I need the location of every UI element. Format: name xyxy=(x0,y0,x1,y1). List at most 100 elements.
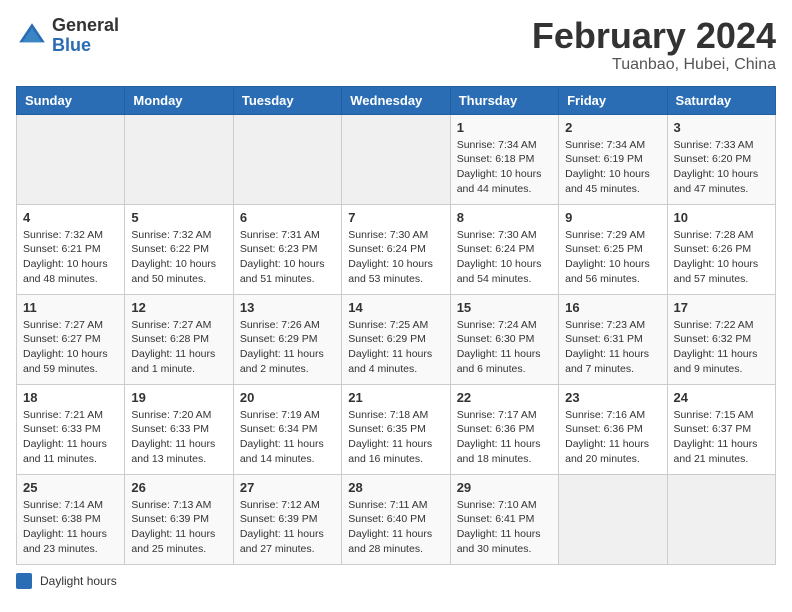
day-number: 11 xyxy=(23,300,118,315)
day-number: 13 xyxy=(240,300,335,315)
header-day-wednesday: Wednesday xyxy=(342,86,450,114)
logo-blue: Blue xyxy=(52,35,91,55)
day-info: Sunrise: 7:29 AM Sunset: 6:25 PM Dayligh… xyxy=(565,228,660,287)
day-number: 2 xyxy=(565,120,660,135)
calendar-cell: 4Sunrise: 7:32 AM Sunset: 6:21 PM Daylig… xyxy=(17,204,125,294)
calendar-cell xyxy=(17,114,125,204)
title-block: February 2024 Tuanbao, Hubei, China xyxy=(532,16,776,74)
day-info: Sunrise: 7:18 AM Sunset: 6:35 PM Dayligh… xyxy=(348,408,443,467)
day-info: Sunrise: 7:31 AM Sunset: 6:23 PM Dayligh… xyxy=(240,228,335,287)
header-row: SundayMondayTuesdayWednesdayThursdayFrid… xyxy=(17,86,776,114)
day-number: 25 xyxy=(23,480,118,495)
day-number: 22 xyxy=(457,390,552,405)
day-number: 17 xyxy=(674,300,769,315)
day-info: Sunrise: 7:14 AM Sunset: 6:38 PM Dayligh… xyxy=(23,498,118,557)
calendar-cell: 5Sunrise: 7:32 AM Sunset: 6:22 PM Daylig… xyxy=(125,204,233,294)
calendar-cell: 8Sunrise: 7:30 AM Sunset: 6:24 PM Daylig… xyxy=(450,204,558,294)
calendar-week-3: 18 Sunrise: 7:21 AM Sunset: 6:33 PM Dayli… xyxy=(17,384,776,474)
calendar-cell xyxy=(559,474,667,564)
calendar-cell: 29 Sunrise: 7:10 AM Sunset: 6:41 PM Dayli… xyxy=(450,474,558,564)
day-number: 29 xyxy=(457,480,552,495)
day-number: 1 xyxy=(457,120,552,135)
day-info: Sunrise: 7:23 AM Sunset: 6:31 PM Dayligh… xyxy=(565,318,660,377)
day-info: Sunrise: 7:17 AM Sunset: 6:36 PM Dayligh… xyxy=(457,408,552,467)
day-info: Sunrise: 7:27 AM Sunset: 6:27 PM Dayligh… xyxy=(23,318,118,377)
day-info: Sunrise: 7:19 AM Sunset: 6:34 PM Dayligh… xyxy=(240,408,335,467)
calendar-cell: 14Sunrise: 7:25 AM Sunset: 6:29 PM Dayli… xyxy=(342,294,450,384)
day-number: 16 xyxy=(565,300,660,315)
day-info: Sunrise: 7:13 AM Sunset: 6:39 PM Dayligh… xyxy=(131,498,226,557)
day-number: 18 xyxy=(23,390,118,405)
day-number: 7 xyxy=(348,210,443,225)
logo-icon xyxy=(16,20,48,52)
day-number: 5 xyxy=(131,210,226,225)
day-number: 19 xyxy=(131,390,226,405)
logo: General Blue xyxy=(16,16,119,56)
day-number: 3 xyxy=(674,120,769,135)
day-info: Sunrise: 7:11 AM Sunset: 6:40 PM Dayligh… xyxy=(348,498,443,557)
calendar-cell xyxy=(125,114,233,204)
logo-text: General Blue xyxy=(52,16,119,56)
day-number: 28 xyxy=(348,480,443,495)
calendar-cell: 24Sunrise: 7:15 AM Sunset: 6:37 PM Dayli… xyxy=(667,384,775,474)
calendar-cell: 22 Sunrise: 7:17 AM Sunset: 6:36 PM Dayli… xyxy=(450,384,558,474)
day-info: Sunrise: 7:34 AM Sunset: 6:18 PM Dayligh… xyxy=(457,138,552,197)
calendar-table: SundayMondayTuesdayWednesdayThursdayFrid… xyxy=(16,86,776,565)
day-info: Sunrise: 7:16 AM Sunset: 6:36 PM Dayligh… xyxy=(565,408,660,467)
day-info: Sunrise: 7:30 AM Sunset: 6:24 PM Dayligh… xyxy=(348,228,443,287)
day-info: Sunrise: 7:28 AM Sunset: 6:26 PM Dayligh… xyxy=(674,228,769,287)
day-number: 27 xyxy=(240,480,335,495)
header-day-monday: Monday xyxy=(125,86,233,114)
header-day-sunday: Sunday xyxy=(17,86,125,114)
day-number: 21 xyxy=(348,390,443,405)
calendar-cell: 11 Sunrise: 7:27 AM Sunset: 6:27 PM Dayli… xyxy=(17,294,125,384)
calendar-body: 1 Sunrise: 7:34 AM Sunset: 6:18 PM Daylig… xyxy=(17,114,776,564)
calendar-cell: 25 Sunrise: 7:14 AM Sunset: 6:38 PM Dayli… xyxy=(17,474,125,564)
legend-color-box xyxy=(16,573,32,589)
day-info: Sunrise: 7:24 AM Sunset: 6:30 PM Dayligh… xyxy=(457,318,552,377)
day-info: Sunrise: 7:34 AM Sunset: 6:19 PM Dayligh… xyxy=(565,138,660,197)
calendar-week-1: 4Sunrise: 7:32 AM Sunset: 6:21 PM Daylig… xyxy=(17,204,776,294)
calendar-cell: 15 Sunrise: 7:24 AM Sunset: 6:30 PM Dayli… xyxy=(450,294,558,384)
day-number: 12 xyxy=(131,300,226,315)
calendar-cell: 16 Sunrise: 7:23 AM Sunset: 6:31 PM Dayli… xyxy=(559,294,667,384)
calendar-cell: 9 Sunrise: 7:29 AM Sunset: 6:25 PM Daylig… xyxy=(559,204,667,294)
calendar-cell: 26 Sunrise: 7:13 AM Sunset: 6:39 PM Dayli… xyxy=(125,474,233,564)
calendar-week-0: 1 Sunrise: 7:34 AM Sunset: 6:18 PM Daylig… xyxy=(17,114,776,204)
day-number: 10 xyxy=(674,210,769,225)
day-number: 24 xyxy=(674,390,769,405)
day-info: Sunrise: 7:12 AM Sunset: 6:39 PM Dayligh… xyxy=(240,498,335,557)
legend-label: Daylight hours xyxy=(40,574,117,588)
calendar-header: SundayMondayTuesdayWednesdayThursdayFrid… xyxy=(17,86,776,114)
day-info: Sunrise: 7:27 AM Sunset: 6:28 PM Dayligh… xyxy=(131,318,226,377)
day-number: 14 xyxy=(348,300,443,315)
day-info: Sunrise: 7:22 AM Sunset: 6:32 PM Dayligh… xyxy=(674,318,769,377)
calendar-cell: 6 Sunrise: 7:31 AM Sunset: 6:23 PM Daylig… xyxy=(233,204,341,294)
legend: Daylight hours xyxy=(16,573,776,589)
calendar-cell: 1 Sunrise: 7:34 AM Sunset: 6:18 PM Daylig… xyxy=(450,114,558,204)
day-info: Sunrise: 7:30 AM Sunset: 6:24 PM Dayligh… xyxy=(457,228,552,287)
day-info: Sunrise: 7:21 AM Sunset: 6:33 PM Dayligh… xyxy=(23,408,118,467)
day-number: 9 xyxy=(565,210,660,225)
day-info: Sunrise: 7:20 AM Sunset: 6:33 PM Dayligh… xyxy=(131,408,226,467)
day-number: 6 xyxy=(240,210,335,225)
day-info: Sunrise: 7:32 AM Sunset: 6:21 PM Dayligh… xyxy=(23,228,118,287)
calendar-cell: 20 Sunrise: 7:19 AM Sunset: 6:34 PM Dayli… xyxy=(233,384,341,474)
calendar-cell: 12 Sunrise: 7:27 AM Sunset: 6:28 PM Dayli… xyxy=(125,294,233,384)
day-number: 20 xyxy=(240,390,335,405)
day-number: 15 xyxy=(457,300,552,315)
day-number: 26 xyxy=(131,480,226,495)
calendar-week-2: 11 Sunrise: 7:27 AM Sunset: 6:27 PM Dayli… xyxy=(17,294,776,384)
day-number: 23 xyxy=(565,390,660,405)
header-day-saturday: Saturday xyxy=(667,86,775,114)
calendar-cell: 13Sunrise: 7:26 AM Sunset: 6:29 PM Dayli… xyxy=(233,294,341,384)
logo-general: General xyxy=(52,15,119,35)
calendar-cell: 27 Sunrise: 7:12 AM Sunset: 6:39 PM Dayli… xyxy=(233,474,341,564)
calendar-cell: 19 Sunrise: 7:20 AM Sunset: 6:33 PM Dayli… xyxy=(125,384,233,474)
calendar-week-4: 25 Sunrise: 7:14 AM Sunset: 6:38 PM Dayli… xyxy=(17,474,776,564)
calendar-cell: 2 Sunrise: 7:34 AM Sunset: 6:19 PM Daylig… xyxy=(559,114,667,204)
header-day-friday: Friday xyxy=(559,86,667,114)
calendar-cell: 7 Sunrise: 7:30 AM Sunset: 6:24 PM Daylig… xyxy=(342,204,450,294)
page-header: General Blue February 2024 Tuanbao, Hube… xyxy=(16,16,776,74)
day-info: Sunrise: 7:10 AM Sunset: 6:41 PM Dayligh… xyxy=(457,498,552,557)
